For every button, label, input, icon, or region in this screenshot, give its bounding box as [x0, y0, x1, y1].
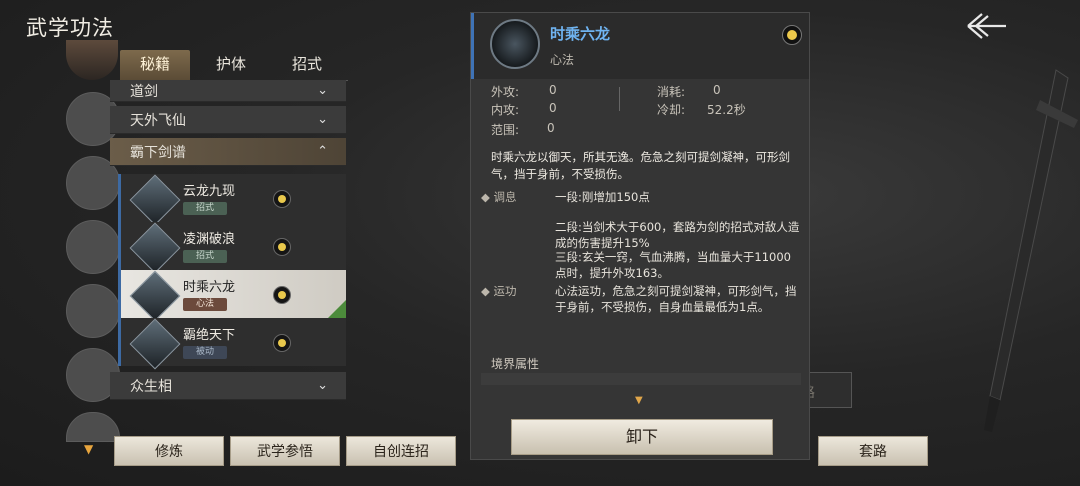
stat-neigong: 内攻: 0 [491, 101, 557, 117]
detail-skill-name: 时乘六龙 [550, 25, 611, 43]
character-slot-4[interactable] [66, 284, 120, 338]
category-tianwaifeixian[interactable]: 天外飞仙 ⌄ [110, 106, 346, 134]
character-slot-3[interactable] [66, 220, 120, 274]
stat-cost: 消耗: 0 [657, 83, 721, 99]
skill-icon [129, 270, 181, 322]
skill-item-shichengliulong[interactable]: 时乘六龙 心法 [118, 270, 346, 322]
chevron-down-icon[interactable]: ▼ [84, 442, 93, 456]
unequip-button[interactable]: 卸下 [511, 419, 773, 455]
scroll-fade [481, 373, 801, 385]
realm-attributes-label: 境界属性 [491, 357, 540, 371]
skill-item-yunlongjiuxian[interactable]: 云龙九现 招式 [118, 174, 346, 226]
chevron-up-icon: ⌃ [317, 144, 328, 159]
custom-combo-button[interactable]: 自创连招 [346, 436, 456, 466]
coin-icon [273, 286, 291, 304]
skill-detail-panel: 时乘六龙 心法 外攻: 0 内攻: 0 范围: 0 消耗: 0 冷却: 52.2秒 时乘六… [470, 12, 810, 460]
tab-miji[interactable]: 秘籍 [120, 50, 190, 80]
tiaoxi-stage-2: 二段:当剑术大于600，套路为剑的招式对敌人造成的伤害提升15% [555, 220, 800, 250]
skill-icon [129, 222, 181, 274]
avatar[interactable] [66, 40, 118, 80]
skill-name: 凌渊破浪 [183, 232, 236, 247]
insight-button[interactable]: 武学参悟 [230, 436, 340, 466]
yungong-tag: ◆ 运功 [481, 284, 517, 298]
skill-name: 云龙九现 [183, 184, 236, 199]
skill-name: 时乘六龙 [183, 280, 236, 295]
tab-zhaoshi[interactable]: 招式 [272, 50, 342, 80]
tab-bar: 秘籍 护体 招式 [120, 50, 348, 81]
tiaoxi-stage-1: 一段:刚增加150点 [555, 190, 650, 204]
stat-cooldown: 冷却: 52.2秒 [657, 103, 746, 117]
stat-divider [619, 87, 620, 111]
chevron-down-icon: ⌄ [317, 112, 328, 127]
skill-item-lingyuanpolang[interactable]: 凌渊破浪 招式 [118, 222, 346, 274]
yungong-text: 心法运功，危急之刻可提剑凝神，可形剑气，挡于身前，不受损伤，自身血量最低为1点。 [555, 284, 797, 314]
dragon-skill-icon [490, 19, 540, 69]
category-label: 道剑 [130, 83, 158, 100]
category-label: 天外飞仙 [130, 112, 186, 129]
skill-type-badge: 被动 [183, 346, 227, 359]
chevron-down-icon: ⌄ [317, 83, 328, 98]
skill-item-bajuetianxia[interactable]: 霸绝天下 被动 [118, 318, 346, 370]
sword-icon [984, 69, 1078, 432]
stat-waigong: 外攻: 0 [491, 83, 557, 99]
skill-type-badge: 心法 [183, 298, 227, 311]
skill-description: 时乘六龙以御天，所其无逸。危急之刻可提剑凝神，可形剑气，挡于身前，不受损伤。 [491, 150, 790, 181]
stat-range: 范围: 0 [491, 121, 555, 137]
category-daojian[interactable]: 道剑 ⌄ [110, 80, 346, 102]
cultivate-button[interactable]: 修炼 [114, 436, 224, 466]
detail-skill-type: 心法 [550, 53, 575, 67]
coin-icon [273, 238, 291, 256]
category-label: 众生相 [130, 378, 172, 395]
category-baxiajianpu[interactable]: 霸下剑谱 ⌃ [110, 138, 346, 166]
skill-type-badge: 招式 [183, 250, 227, 263]
coin-icon [782, 25, 802, 45]
category-label: 霸下剑谱 [130, 144, 186, 161]
skill-type-badge: 招式 [183, 202, 227, 215]
expand-chevron-icon[interactable]: ▼ [635, 395, 643, 406]
coin-icon [273, 190, 291, 208]
tiaoxi-tag: ◆ 调息 [481, 190, 517, 204]
equipped-check-icon [328, 300, 346, 318]
skill-icon [129, 318, 181, 370]
back-arrow-icon[interactable] [964, 8, 1010, 44]
skill-name: 霸绝天下 [183, 328, 236, 343]
set-button[interactable]: 套路 [818, 436, 928, 466]
character-slot-6[interactable] [66, 412, 120, 442]
page-title: 武学功法 [26, 16, 114, 40]
category-zhongshengxiang[interactable]: 众生相 ⌄ [110, 372, 346, 400]
tiaoxi-stage-3: 三段:玄关一窍，气血沸腾，当血量大于11000点时，提升外攻163。 [555, 250, 791, 280]
detail-header: 时乘六龙 心法 [471, 13, 809, 79]
coin-icon [273, 334, 291, 352]
chevron-down-icon: ⌄ [317, 378, 328, 393]
tab-huti[interactable]: 护体 [196, 50, 266, 80]
skill-icon [129, 174, 181, 226]
